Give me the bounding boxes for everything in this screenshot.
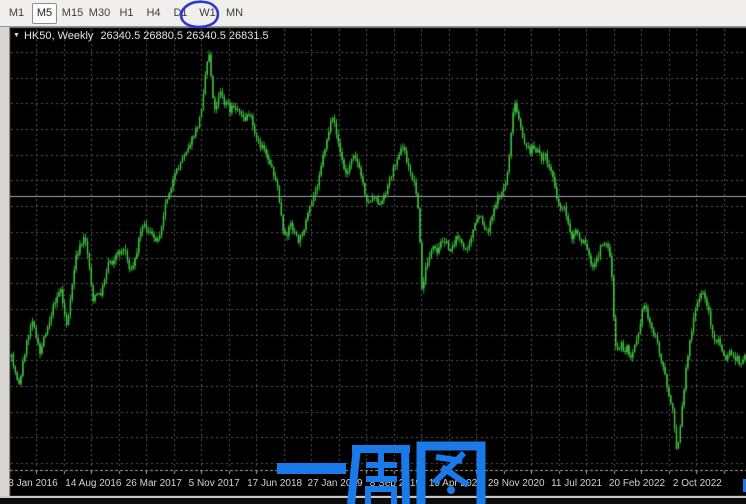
x-axis-label: 27 Jan 2019 [307, 478, 362, 489]
x-axis-label: 29 Nov 2020 [488, 478, 545, 489]
x-axis-label: 11 Jul 2021 [551, 478, 602, 489]
bottom-strip [0, 498, 746, 504]
x-axis-label: 26 Mar 2017 [126, 478, 182, 489]
mt4-chart-screen: M1M5M15M30H1H4D1W1MN ▼ HK50, Weekly 26340.… [0, 0, 746, 504]
x-axis-label: 20 Feb 2022 [609, 478, 665, 489]
price-chart-canvas[interactable] [0, 0, 746, 504]
timeframe-button-h1[interactable]: H1 [113, 3, 140, 24]
x-axis-label: 19 Apr 2020 [429, 478, 483, 489]
timeframe-button-m30[interactable]: M30 [86, 3, 113, 24]
x-axis-label: 14 Aug 2016 [65, 478, 121, 489]
x-axis-label: 2 Oct 2022 [673, 478, 722, 489]
timeframe-button-d1[interactable]: D1 [167, 3, 194, 24]
timeframe-button-w1[interactable]: W1 [194, 3, 221, 24]
timeframe-button-mn[interactable]: MN [221, 3, 248, 24]
x-axis-label: 8 Sep 2019 [370, 478, 421, 489]
chart-symbol-period: HK50, Weekly [24, 30, 94, 42]
dropdown-arrow-icon[interactable]: ▼ [13, 32, 20, 39]
chart-ohlc-values: 26340.5 26880.5 26340.5 26831.5 [100, 30, 268, 42]
chart-window-left-border [0, 27, 10, 497]
x-axis-label: 3 Jan 2016 [8, 478, 58, 489]
timeframe-button-m1[interactable]: M1 [3, 3, 30, 24]
timeframe-button-m15[interactable]: M15 [59, 3, 86, 24]
x-axis-label: 17 Jun 2018 [247, 478, 302, 489]
timeframe-button-m5[interactable]: M5 [32, 3, 57, 24]
timeframe-button-h4[interactable]: H4 [140, 3, 167, 24]
chart-title: ▼ HK50, Weekly 26340.5 26880.5 26340.5 268… [13, 30, 269, 42]
x-axis-label: 5 Nov 2017 [189, 478, 240, 489]
timeframe-toolbar: M1M5M15M30H1H4D1W1MN [0, 0, 746, 27]
